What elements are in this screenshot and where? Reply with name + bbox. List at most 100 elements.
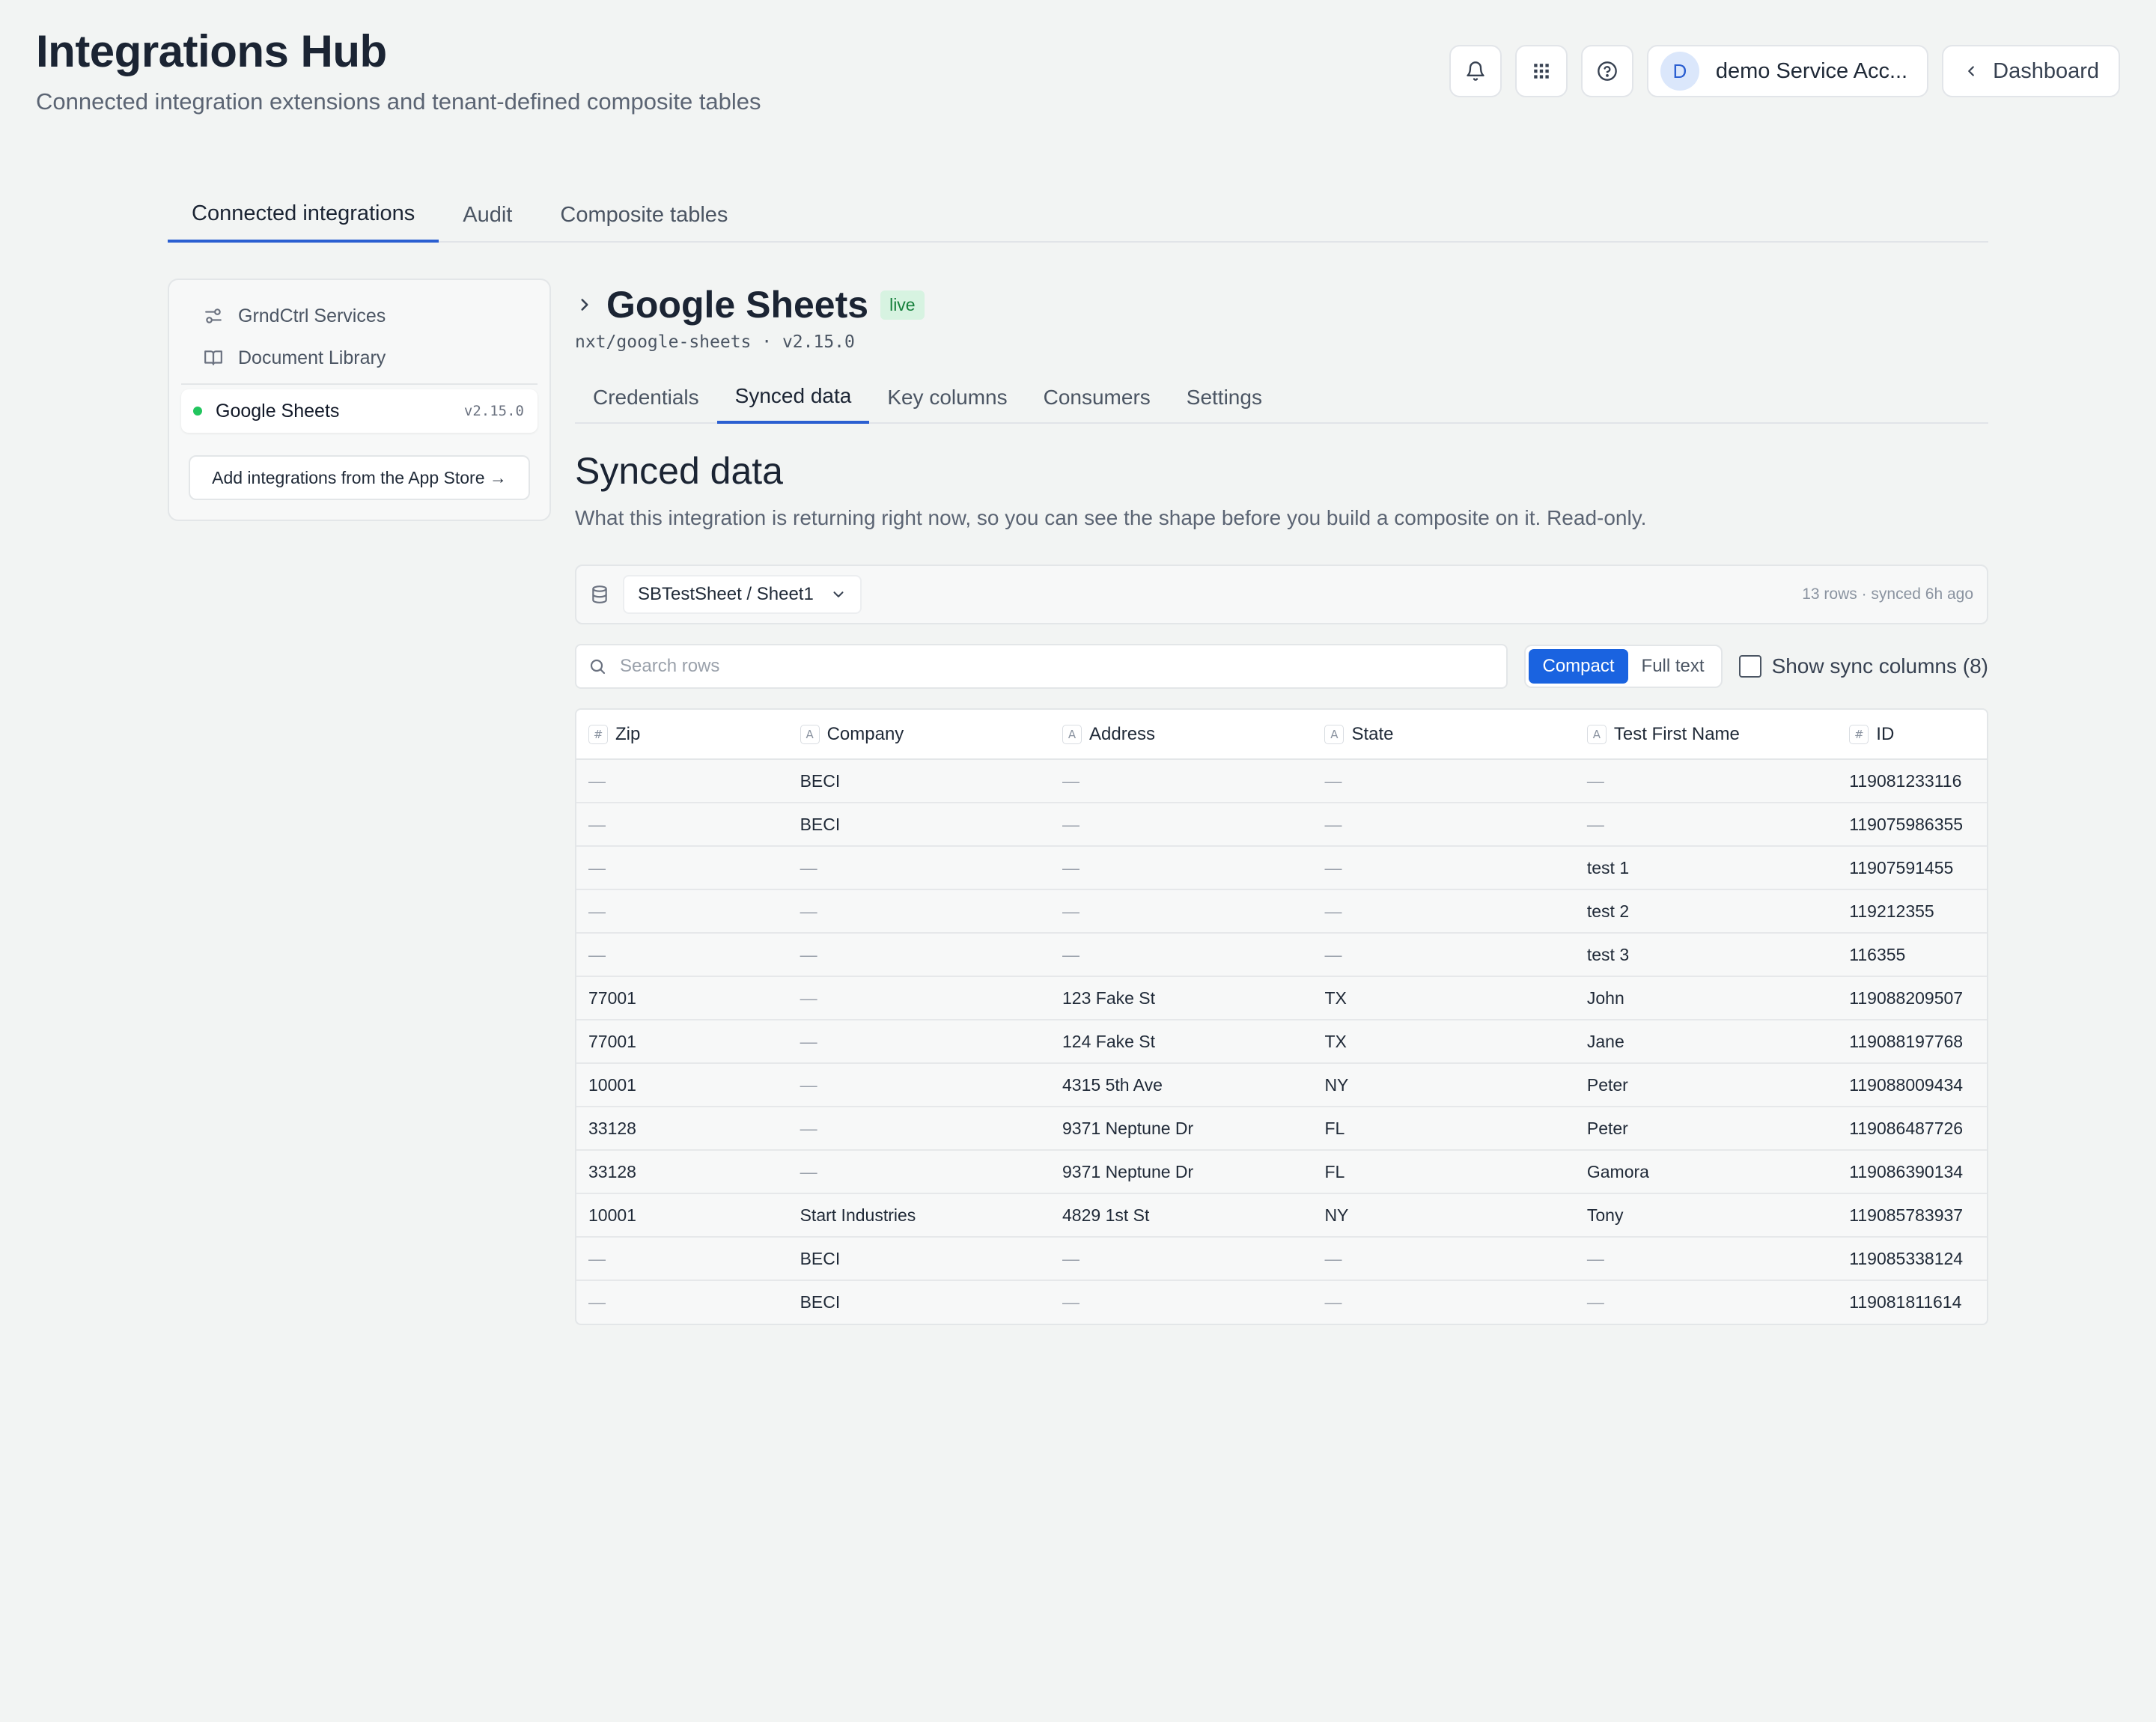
table-cell: 9371 Neptune Dr bbox=[1050, 1150, 1313, 1194]
sidebar-item-google-sheets[interactable]: Google Sheets v2.15.0 bbox=[181, 389, 538, 433]
table-cell: BECI bbox=[800, 1292, 841, 1312]
table-cell: Peter bbox=[1574, 1063, 1838, 1107]
table-cell: Tony bbox=[1574, 1193, 1838, 1238]
account-button[interactable]: D demo Service Acc... bbox=[1646, 45, 1929, 97]
tab-connected-integrations[interactable]: Connected integrations bbox=[168, 187, 439, 243]
tab-credentials[interactable]: Credentials bbox=[575, 371, 717, 424]
table-cell: 119081233116 bbox=[1837, 759, 1987, 803]
table-cell: 33128 bbox=[576, 1150, 788, 1194]
search-icon bbox=[590, 659, 606, 675]
search-input[interactable] bbox=[620, 656, 1495, 677]
main-tabs: Connected integrations Audit Composite t… bbox=[168, 187, 1988, 243]
table-row: — BECI — — —119075986355 bbox=[576, 803, 1987, 847]
tab-synced-data[interactable]: Synced data bbox=[716, 371, 870, 424]
notifications-button[interactable] bbox=[1449, 45, 1502, 97]
column-type-icon: A bbox=[1062, 724, 1082, 744]
grid-icon bbox=[1534, 64, 1549, 79]
table-cell: — bbox=[1312, 803, 1575, 847]
column-header[interactable]: # ID bbox=[1837, 710, 1987, 760]
help-button[interactable] bbox=[1580, 45, 1633, 97]
apps-button[interactable] bbox=[1514, 45, 1568, 97]
table-cell: — bbox=[788, 1063, 1051, 1107]
table-cell: — bbox=[576, 1237, 788, 1281]
table-cell: John bbox=[1574, 976, 1838, 1020]
column-header-label: Address bbox=[1089, 723, 1156, 744]
table-cell: BECI bbox=[788, 1237, 1051, 1281]
synced-data-table: # Zip A Company A Address A State A Test First Na… bbox=[575, 708, 1988, 1325]
sidebar-item-label: Document Library bbox=[238, 347, 386, 368]
table-cell: NY bbox=[1312, 1193, 1575, 1238]
table-cell: — bbox=[588, 1292, 606, 1312]
section-title: Synced data bbox=[575, 450, 783, 492]
table-toolbar: Compact Full text Show sync columns (8) bbox=[575, 644, 1988, 689]
show-sync-columns-checkbox[interactable] bbox=[1738, 655, 1761, 678]
column-type-icon: # bbox=[588, 724, 608, 744]
table-cell: — bbox=[1586, 1292, 1604, 1312]
table-row: 33128—9371 Neptune Dr FL Peter 119086487726 bbox=[576, 1107, 1987, 1151]
table-cell: 10001 bbox=[576, 1193, 788, 1238]
chevron-down-icon bbox=[833, 591, 844, 597]
table-cell: 119088009434 bbox=[1837, 1063, 1987, 1107]
table-cell: — bbox=[788, 976, 1051, 1020]
table-cell: 119088197768 bbox=[1837, 1020, 1987, 1064]
column-header[interactable]: A State bbox=[1312, 710, 1575, 760]
source-select[interactable]: SBTestSheet / Sheet1 bbox=[623, 575, 862, 614]
table-cell: BECI bbox=[788, 759, 1051, 803]
chevron-right-icon[interactable] bbox=[575, 295, 594, 314]
table-row: — — — — test 1 11907591455 bbox=[576, 846, 1987, 890]
table-cell: Jane bbox=[1574, 1020, 1838, 1064]
tab-audit[interactable]: Audit bbox=[439, 187, 536, 243]
table-row: 10001—4315 5th Ave NY Peter 119088009434 bbox=[576, 1063, 1987, 1107]
sidebar-item-document-library[interactable]: Document Library bbox=[181, 337, 538, 379]
add-integrations-button[interactable]: Add integrations from the App Store → bbox=[189, 455, 530, 500]
sidebar-item-label: GrndCtrl Services bbox=[238, 305, 386, 326]
table-cell: FL bbox=[1312, 1150, 1575, 1194]
page-subtitle: Connected integration extensions and ten… bbox=[36, 88, 761, 115]
column-header[interactable]: # Zip bbox=[576, 710, 788, 760]
table-header-row: # Zip A Company A Address A State A Test First Na… bbox=[576, 710, 1987, 760]
table-cell: 119081811614 bbox=[1849, 1292, 1962, 1312]
table-cell: 124 Fake St bbox=[1050, 1020, 1313, 1064]
table-cell: 77001 bbox=[576, 1020, 788, 1064]
table-cell: TX bbox=[1312, 1020, 1575, 1064]
tab-key-columns[interactable]: Key columns bbox=[869, 371, 1025, 424]
sidebar: GrndCtrl Services Document Library Googl… bbox=[168, 279, 551, 521]
table-cell: — bbox=[788, 846, 1051, 890]
sidebar-item-grndctrl[interactable]: GrndCtrl Services bbox=[181, 295, 538, 337]
tab-composite-tables[interactable]: Composite tables bbox=[536, 187, 752, 243]
table-cell: — bbox=[1050, 759, 1313, 803]
dashboard-button[interactable]: Dashboard bbox=[1942, 45, 2120, 97]
table-cell: test 1 bbox=[1574, 846, 1838, 890]
column-header[interactable]: A Test First Name bbox=[1574, 710, 1838, 760]
table-cell: — bbox=[1574, 1237, 1838, 1281]
tab-settings[interactable]: Settings bbox=[1169, 371, 1280, 424]
table-cell: — bbox=[1312, 759, 1575, 803]
help-circle-icon bbox=[1598, 61, 1617, 81]
full-text-view-button[interactable]: Full text bbox=[1628, 649, 1718, 684]
sidebar-divider bbox=[181, 383, 538, 385]
page-title: Integrations Hub bbox=[36, 26, 387, 76]
book-icon bbox=[204, 350, 222, 365]
table-cell: 9371 Neptune Dr bbox=[1050, 1107, 1313, 1151]
table-cell: 119075986355 bbox=[1837, 803, 1987, 847]
table-row: — BECI — — —119081233116 bbox=[576, 759, 1987, 803]
compact-view-button[interactable]: Compact bbox=[1529, 649, 1628, 684]
table-cell: 11907591455 bbox=[1837, 846, 1987, 890]
avatar: D bbox=[1660, 52, 1699, 91]
table-cell: 10001 bbox=[576, 1063, 788, 1107]
table-cell: — bbox=[1050, 1237, 1313, 1281]
tab-consumers[interactable]: Consumers bbox=[1026, 371, 1169, 424]
column-header-label: Test First Name bbox=[1613, 723, 1740, 744]
table-cell: — bbox=[1312, 1237, 1575, 1281]
column-header-label: ID bbox=[1876, 723, 1895, 744]
column-header[interactable]: A Address bbox=[1050, 710, 1313, 760]
sliders-icon bbox=[205, 308, 222, 323]
dashboard-label: Dashboard bbox=[1993, 58, 2099, 83]
table-cell: test 2 bbox=[1574, 889, 1838, 934]
table-row: 77001—123 Fake St TX John 119088209507 bbox=[576, 976, 1987, 1020]
column-header[interactable]: A Company bbox=[788, 710, 1051, 760]
show-sync-columns-label: Show sync columns (8) bbox=[1771, 654, 1988, 678]
bell-icon bbox=[1467, 61, 1484, 81]
table-cell: BECI bbox=[788, 803, 1051, 847]
show-sync-columns-toggle[interactable]: Show sync columns (8) bbox=[1738, 654, 1988, 678]
